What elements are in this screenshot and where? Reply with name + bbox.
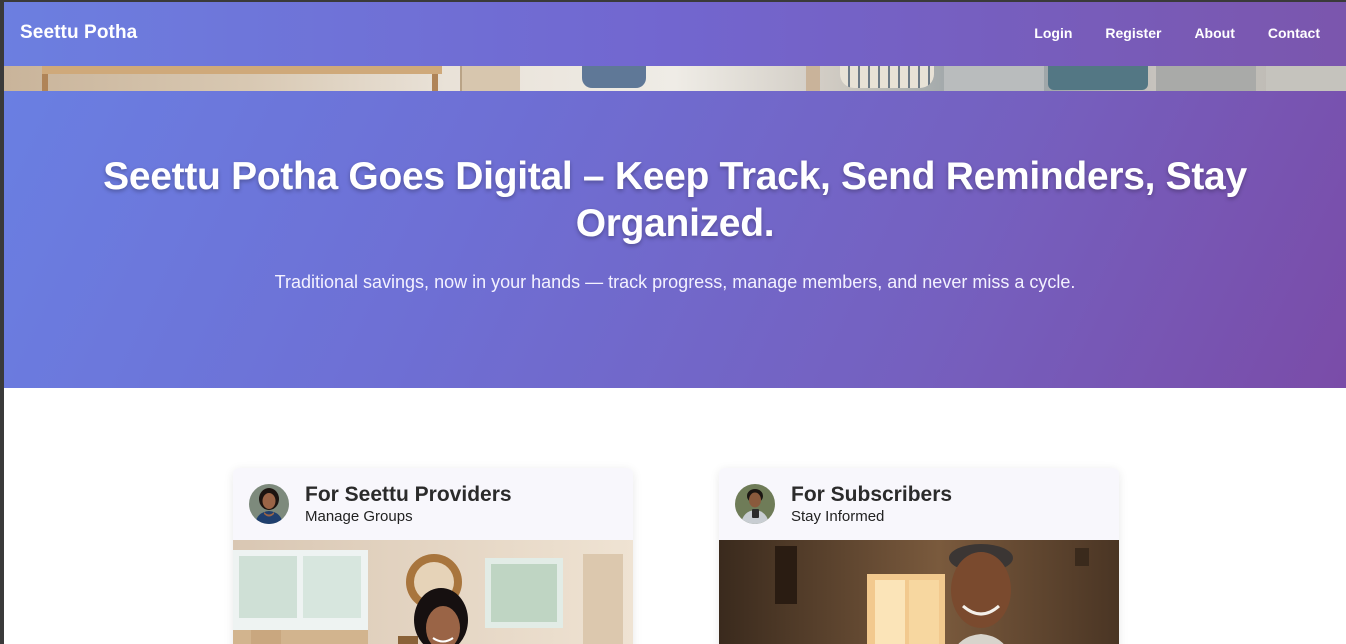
brand-logo-text[interactable]: Seettu Potha [20,22,137,44]
card-titles: For Subscribers Stay Informed [791,482,952,527]
navbar: Seettu Potha Login Register About Contac… [0,0,1346,66]
photo-pot [840,66,934,88]
card-title: For Subscribers [791,482,953,506]
card-title: For Seettu Providers [305,482,512,506]
photo-table-leg [432,74,438,91]
hero-section: Seettu Potha Goes Digital – Keep Track, … [4,91,1346,388]
card-subtitle: Stay Informed [791,507,885,525]
nav-link-login[interactable]: Login [1034,25,1072,41]
card-header: For Subscribers Stay Informed [719,468,1119,540]
hero-subtitle: Traditional savings, now in your hands —… [274,272,1076,292]
photo-pot [1156,66,1256,91]
nav-link-about[interactable]: About [1194,25,1234,41]
card-providers[interactable]: For Seettu Providers Manage Groups [233,468,633,644]
woman-at-home-photo-icon [233,540,633,644]
man-avatar-icon [735,484,775,524]
window-frame-left [0,0,4,644]
photo-door [806,66,820,91]
photo-pot [1048,66,1148,90]
woman-avatar-icon [249,484,289,524]
nav-link-contact[interactable]: Contact [1268,25,1320,41]
card-subscribers[interactable]: For Subscribers Stay Informed [719,468,1119,644]
photo-table-leg [42,74,48,91]
card-header: For Seettu Providers Manage Groups [233,468,633,540]
card-subtitle: Manage Groups [305,507,413,525]
nav-link-register[interactable]: Register [1105,25,1161,41]
man-with-phone-photo-icon [719,540,1119,644]
nav-links: Login Register About Contact [1001,25,1320,41]
card-titles: For Seettu Providers Manage Groups [305,482,512,527]
hero-title: Seettu Potha Goes Digital – Keep Track, … [103,155,1247,245]
photo-pot [944,66,1044,91]
photo-cabinet [460,66,520,91]
window-frame-top [0,0,1346,2]
photo-person-legs [582,66,646,88]
banner-photo-strip [4,66,1346,91]
photo-pot [1266,66,1346,91]
photo-table-top [42,66,442,74]
